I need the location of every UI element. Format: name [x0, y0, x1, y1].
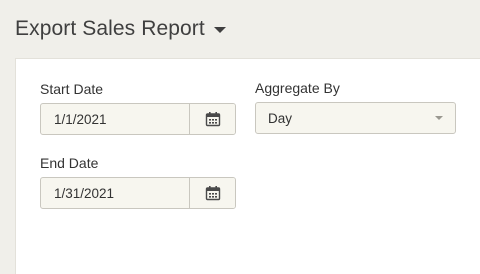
page-title: Export Sales Report	[15, 17, 205, 40]
caret-down-icon	[213, 27, 226, 33]
start-date-calendar-button[interactable]	[189, 104, 235, 134]
export-form-panel: Start Date 1/1/2021 Aggregate By Day End…	[15, 58, 480, 274]
end-date-label: End Date	[40, 155, 99, 171]
start-date-field[interactable]: 1/1/2021	[40, 103, 236, 135]
start-date-input[interactable]: 1/1/2021	[41, 104, 189, 134]
end-date-input[interactable]: 1/31/2021	[41, 178, 189, 208]
calendar-icon	[205, 186, 220, 201]
start-date-label: Start Date	[40, 81, 104, 97]
end-date-calendar-button[interactable]	[189, 178, 235, 208]
aggregate-by-select[interactable]: Day	[255, 102, 456, 134]
aggregate-by-value: Day	[268, 110, 293, 126]
report-title-dropdown[interactable]: Export Sales Report	[15, 14, 226, 44]
calendar-icon	[205, 112, 220, 127]
chevron-down-icon	[435, 116, 443, 120]
end-date-field[interactable]: 1/31/2021	[40, 177, 236, 209]
aggregate-by-label: Aggregate By	[255, 80, 340, 96]
